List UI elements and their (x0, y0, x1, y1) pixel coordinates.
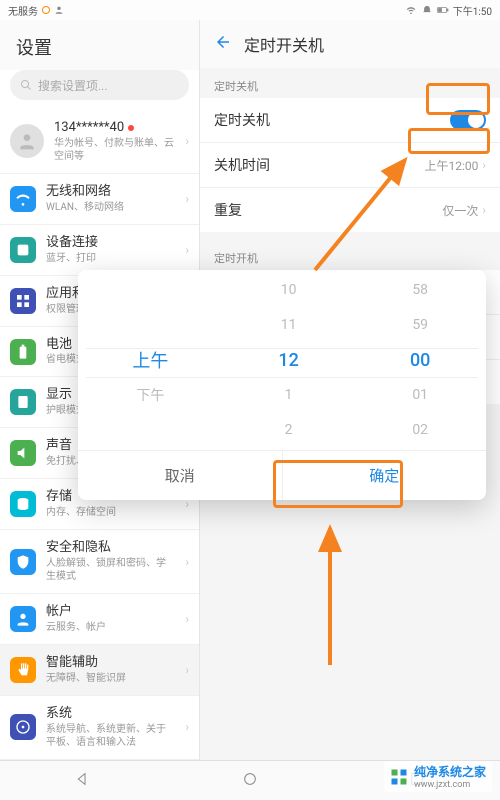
status-dot-icon (42, 6, 50, 14)
cancel-button[interactable]: 取消 (78, 451, 283, 500)
picker-minute-column[interactable]: 58 59 00 01 02 (354, 270, 486, 450)
sidebar-item-system[interactable]: 系统系统导航、系统更新、关于平板、语言和输入法 › (0, 696, 199, 760)
ampm-pm[interactable]: 下午 (136, 385, 164, 406)
chevron-right-icon: › (185, 720, 189, 734)
chevron-right-icon: › (185, 612, 189, 626)
watermark-logo-icon (390, 768, 408, 786)
account-sub: 华为帐号、付款与账单、云空间等 (54, 137, 175, 163)
section-label-on: 定时开机 (200, 240, 500, 270)
search-input[interactable]: 搜索设置项... (10, 70, 189, 100)
shield-icon (10, 549, 36, 575)
row-scheduled-off-toggle[interactable]: 定时关机 (200, 98, 500, 143)
search-placeholder: 搜索设置项... (38, 77, 108, 94)
off-time-label: 关机时间 (214, 155, 270, 175)
clock-text: 下午1:50 (453, 3, 492, 18)
battery-icon (10, 339, 36, 365)
notification-dot-icon (128, 125, 134, 131)
nav-home-button[interactable] (242, 771, 258, 791)
sidebar-item-accounts[interactable]: 帐户云服务、帐户 › (0, 594, 199, 645)
settings-title: 设置 (0, 20, 199, 70)
storage-icon (10, 491, 36, 517)
wifi-icon (405, 5, 417, 15)
sidebar-item-devices[interactable]: 设备连接蓝牙、打印 › (0, 225, 199, 276)
off-toggle-label: 定时关机 (214, 110, 270, 130)
arrow-left-icon (214, 33, 232, 51)
chevron-right-icon: › (185, 555, 189, 569)
hour-selected[interactable]: 12 (278, 350, 298, 371)
back-button[interactable] (214, 33, 232, 55)
status-bar: 无服务 下午1:50 (0, 0, 500, 20)
avatar-icon (10, 124, 44, 158)
sidebar-item-account[interactable]: 134******40 华为帐号、付款与账单、云空间等 › (0, 110, 199, 174)
picker-ampm-column[interactable]: . . 上午 下午 . (78, 270, 223, 450)
triangle-left-icon (75, 771, 91, 787)
repeat-value: 仅一次 (442, 202, 478, 219)
ok-button[interactable]: 确定 (283, 451, 487, 500)
off-time-value: 上午12:00 (425, 157, 479, 174)
chevron-right-icon: › (185, 663, 189, 677)
display-icon (10, 389, 36, 415)
carrier-text: 无服务 (8, 3, 38, 18)
sidebar-item-assist[interactable]: 智能辅助无障碍、智能识屏 › (0, 645, 199, 696)
apps-icon (10, 288, 36, 314)
sound-icon (10, 440, 36, 466)
picker-hour-column[interactable]: 10 11 12 1 2 (223, 270, 355, 450)
off-toggle-switch[interactable] (450, 110, 486, 130)
wifi-icon (10, 186, 36, 212)
row-off-time[interactable]: 关机时间 上午12:00› (200, 143, 500, 188)
hand-icon (10, 657, 36, 683)
account-name: 134******40 (54, 120, 124, 135)
chevron-right-icon: › (185, 243, 189, 257)
page-title: 定时开关机 (244, 32, 324, 56)
search-icon (20, 79, 32, 91)
person-icon (54, 5, 64, 15)
ampm-am[interactable]: 上午 (132, 349, 168, 371)
watermark: 纯净系统之家 www.jzxt.com (384, 761, 492, 792)
chevron-right-icon: › (482, 158, 486, 172)
chevron-right-icon: › (185, 134, 189, 148)
section-label-off: 定时关机 (200, 68, 500, 98)
sidebar-item-security[interactable]: 安全和隐私人脸解锁、锁屏和密码、学生模式 › (0, 530, 199, 594)
chevron-right-icon: › (482, 203, 486, 217)
sidebar-item-network[interactable]: 无线和网络WLAN、移动网络 › (0, 174, 199, 225)
watermark-text: 纯净系统之家 (414, 763, 486, 780)
user-icon (10, 606, 36, 632)
minute-selected[interactable]: 00 (410, 350, 430, 371)
battery-icon (437, 5, 449, 15)
device-icon (10, 237, 36, 263)
watermark-url: www.jzxt.com (414, 780, 486, 790)
chevron-right-icon: › (185, 192, 189, 206)
nav-back-button[interactable] (75, 771, 91, 791)
circle-icon (242, 771, 258, 787)
time-picker-dialog: . . 上午 下午 . 10 11 12 1 2 58 59 00 01 02 (78, 270, 486, 500)
repeat-label: 重复 (214, 200, 242, 220)
notification-icon (421, 5, 433, 15)
row-off-repeat[interactable]: 重复 仅一次 › (200, 188, 500, 232)
system-icon (10, 714, 36, 740)
